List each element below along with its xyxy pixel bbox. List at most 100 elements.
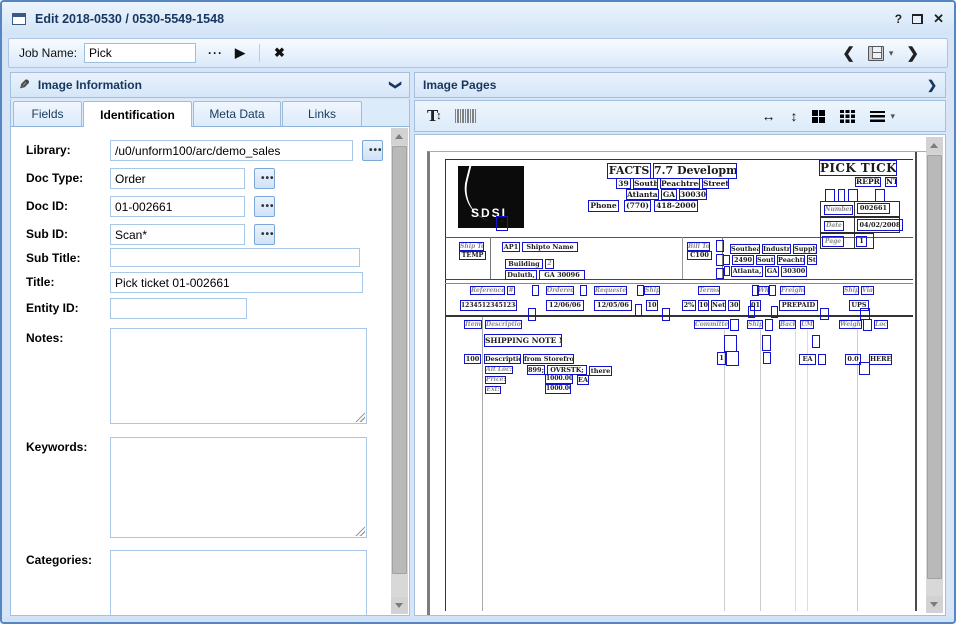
ocr-zone-box[interactable] <box>662 308 670 321</box>
ocr-word-zone[interactable]: Freight <box>780 286 805 295</box>
scrollbar-thumb[interactable] <box>392 146 407 574</box>
fit-height-icon[interactable]: ↕ <box>790 108 797 124</box>
expand-chevron-icon[interactable]: ❯ <box>927 78 937 92</box>
ocr-zone-box[interactable] <box>825 189 835 202</box>
field-notes[interactable] <box>110 328 367 424</box>
ocr-word-zone[interactable]: PREPAID <box>779 300 818 311</box>
ocr-word-zone[interactable]: NT <box>885 177 897 187</box>
ocr-word-zone[interactable]: (770) <box>624 200 651 212</box>
ocr-word-zone[interactable]: 1000.00 <box>545 384 571 394</box>
scanned-page[interactable]: SDSI FACTS7.7 Development39SouthPeachtre… <box>427 151 926 616</box>
ocr-word-zone[interactable]: 30 <box>728 300 740 311</box>
ocr-word-zone[interactable]: UPS <box>849 300 869 311</box>
ocr-word-zone[interactable]: Industrial <box>762 244 791 254</box>
ocr-word-zone[interactable]: Description <box>485 320 522 329</box>
image-pages-header[interactable]: Image Pages ❯ <box>414 72 946 98</box>
field-subid[interactable] <box>110 224 245 245</box>
ocr-word-zone[interactable]: 04/02/2008 <box>857 219 903 231</box>
ocr-zone-box[interactable] <box>812 335 820 348</box>
ocr-word-zone[interactable]: HERE <box>869 354 892 365</box>
fit-width-icon[interactable]: ↔ <box>761 108 775 124</box>
scroll-down-icon[interactable] <box>926 596 943 613</box>
ocr-word-zone[interactable]: ™ <box>496 216 508 231</box>
ocr-word-zone[interactable]: Weight <box>839 320 862 329</box>
ocr-zone-box[interactable] <box>762 335 771 351</box>
ocr-zone-box[interactable] <box>863 319 872 331</box>
ocr-word-zone[interactable]: 899; <box>527 365 545 375</box>
ocr-word-zone[interactable]: 100 <box>464 354 481 364</box>
browse-button-subid[interactable]: ••• <box>254 224 275 245</box>
ocr-zone-box[interactable] <box>820 308 829 320</box>
field-subtitle[interactable] <box>110 248 360 267</box>
scroll-up-icon[interactable] <box>926 137 943 154</box>
ocr-word-zone[interactable]: 1 <box>856 236 867 247</box>
ocr-word-zone[interactable]: 30300 <box>781 266 807 277</box>
ocr-zone-box[interactable] <box>716 240 724 252</box>
ocr-zone-box[interactable] <box>763 352 771 364</box>
ocr-word-zone[interactable]: Atlanta, <box>626 189 659 200</box>
help-icon[interactable]: ? <box>895 12 902 26</box>
ocr-zone-box[interactable] <box>532 285 539 296</box>
restore-icon[interactable] <box>912 14 923 24</box>
ocr-word-zone[interactable]: GA 30096 <box>539 270 585 280</box>
ocr-word-zone[interactable]: 2 <box>545 259 554 269</box>
ocr-word-zone[interactable]: Page <box>822 236 844 247</box>
ocr-zone-box[interactable] <box>726 351 739 366</box>
ocr-word-zone[interactable]: Peachtree <box>777 255 805 265</box>
ocr-word-zone[interactable]: Ship <box>747 320 763 329</box>
cancel-button[interactable]: ✖ <box>268 45 291 61</box>
resize-grip[interactable] <box>354 525 365 536</box>
ocr-zone-box[interactable] <box>635 304 642 316</box>
ocr-word-zone[interactable]: Street <box>702 178 729 189</box>
ocr-zone-box[interactable] <box>771 306 778 318</box>
ocr-zone-box[interactable] <box>848 189 858 202</box>
ocr-word-zone[interactable]: 2% <box>682 300 696 311</box>
ocr-zone-box[interactable] <box>580 285 587 296</box>
ocr-word-zone[interactable]: C100 <box>687 251 712 260</box>
ocr-word-zone[interactable]: Building <box>505 259 543 269</box>
ocr-word-zone[interactable]: 10 <box>698 300 709 311</box>
ocr-word-zone[interactable]: there <box>589 366 612 376</box>
list-view-icon[interactable] <box>870 111 885 122</box>
ocr-word-zone[interactable]: Description <box>484 354 521 364</box>
field-categories[interactable] <box>110 550 367 616</box>
ocr-word-zone[interactable]: Back <box>779 320 796 329</box>
ocr-zone-box[interactable] <box>716 268 724 279</box>
ocr-word-zone[interactable]: 10 <box>646 300 658 311</box>
ocr-word-zone[interactable]: South <box>756 255 775 265</box>
ocr-word-zone[interactable]: 39 <box>616 178 631 189</box>
ocr-word-zone[interactable]: Date <box>824 221 844 231</box>
ocr-zone-box[interactable] <box>724 266 730 276</box>
ocr-word-zone[interactable]: 1 <box>717 352 726 365</box>
next-document-icon[interactable]: ❯ <box>906 44 919 62</box>
ocr-word-zone[interactable]: EA <box>799 354 816 365</box>
ocr-word-zone[interactable]: 01 <box>750 300 761 311</box>
ocr-word-zone[interactable]: 12/05/06 <box>594 300 632 311</box>
ocr-word-zone[interactable]: Via <box>861 286 874 295</box>
page-viewer[interactable]: SDSI FACTS7.7 Development39SouthPeachtre… <box>414 134 946 616</box>
ocr-word-zone[interactable]: EA <box>577 375 589 385</box>
job-name-input[interactable] <box>84 43 196 63</box>
ocr-word-zone[interactable]: # <box>507 286 515 295</box>
ocr-word-zone[interactable]: SHIPPING NOTE NOTE <box>484 334 562 347</box>
browse-button-doctype[interactable]: ••• <box>254 168 275 189</box>
field-title[interactable] <box>110 272 363 293</box>
previous-document-icon[interactable]: ❮ <box>842 44 855 62</box>
ocr-word-zone[interactable]: Shipto Name <box>522 242 578 252</box>
ocr-zone-box[interactable] <box>637 285 644 296</box>
ocr-word-zone[interactable]: Committed <box>694 320 729 329</box>
ocr-word-zone[interactable]: Ext: <box>485 386 501 394</box>
tab-identification[interactable]: Identification <box>83 101 192 127</box>
save-dropdown-caret-icon[interactable]: ▾ <box>889 48 894 59</box>
ocr-zone-box[interactable] <box>875 189 885 202</box>
grid-2x2-view-icon[interactable] <box>812 110 825 123</box>
ocr-word-zone[interactable]: GA <box>765 266 779 277</box>
ocr-word-zone[interactable]: Supply <box>793 244 817 254</box>
ocr-word-zone[interactable]: 12/06/06 <box>546 300 584 311</box>
ocr-word-zone[interactable]: Reference <box>470 286 505 295</box>
ocr-word-zone[interactable]: UM <box>800 320 814 329</box>
ocr-word-zone[interactable]: Ordered <box>546 286 574 295</box>
image-information-header[interactable]: ✎ Image Information ❯ <box>10 72 410 98</box>
ocr-word-zone[interactable]: Ship To: <box>459 242 484 251</box>
field-keywords[interactable] <box>110 437 367 538</box>
